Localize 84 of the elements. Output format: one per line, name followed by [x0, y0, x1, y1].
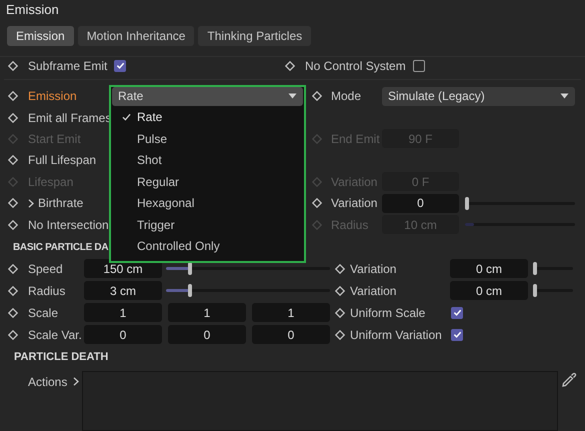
number-field[interactable]: 0 — [252, 325, 330, 344]
parameter-label: Lifespan — [28, 174, 74, 191]
menu-item[interactable]: Regular — [111, 171, 304, 193]
number-field[interactable]: 0 — [168, 325, 246, 344]
parameter-label: Uniform Variation — [350, 326, 443, 344]
parameter-label: Variation — [350, 260, 398, 278]
section-heading: PARTICLE DEATH — [14, 350, 108, 366]
parameter-label: Mode — [331, 88, 362, 106]
keyframe-diamond-icon[interactable] — [8, 60, 18, 70]
keyframe-diamond-icon[interactable] — [8, 264, 18, 274]
keyframe-diamond-icon[interactable] — [8, 155, 18, 166]
slider-track[interactable] — [465, 196, 575, 210]
parameter-label: Uniform Scale — [350, 304, 426, 322]
slider-track[interactable] — [166, 262, 330, 276]
keyframe-diamond-icon[interactable] — [285, 60, 295, 70]
slider-track[interactable] — [533, 284, 573, 298]
slider-track[interactable] — [166, 284, 330, 298]
number-field[interactable]: 1 — [252, 303, 330, 322]
number-field[interactable]: 1 — [84, 303, 162, 322]
parameter-label: Variation — [331, 174, 378, 191]
menu-item[interactable]: Rate — [111, 106, 304, 128]
checkbox[interactable] — [451, 328, 463, 341]
menu-item[interactable]: Trigger — [111, 214, 304, 236]
tab[interactable]: Thinking Particles — [198, 26, 312, 46]
keyframe-diamond-icon[interactable] — [335, 330, 345, 340]
keyframe-diamond-icon[interactable] — [8, 308, 18, 318]
keyframe-diamond-icon[interactable] — [335, 286, 345, 296]
menu-item[interactable]: Controlled Only — [111, 236, 304, 258]
number-field[interactable]: 0 cm — [450, 259, 528, 278]
keyframe-diamond-icon[interactable] — [8, 330, 18, 340]
slider-track[interactable] — [533, 262, 573, 276]
check-icon — [122, 113, 130, 122]
parameter-label: Actions — [28, 374, 68, 391]
keyframe-diamond-icon[interactable] — [8, 286, 18, 296]
keyframe-diamond-icon[interactable] — [312, 91, 322, 102]
number-field[interactable]: 0 — [84, 325, 162, 344]
parameter-label: No Control System — [305, 58, 406, 74]
caret-icon — [560, 93, 569, 100]
number-field[interactable]: 3 cm — [84, 281, 162, 300]
keyframe-diamond-icon[interactable] — [312, 198, 322, 208]
chevron-icon[interactable] — [28, 198, 34, 208]
mode-select[interactable]: Simulate (Legacy) — [382, 86, 575, 106]
menu-item[interactable]: Hexagonal — [111, 192, 304, 214]
checkbox[interactable] — [412, 60, 425, 72]
parameter-label: Subframe Emit — [28, 58, 108, 74]
menu-item[interactable]: Pulse — [111, 128, 304, 150]
keyframe-diamond-icon[interactable] — [8, 220, 18, 230]
keyframe-diamond-icon[interactable] — [8, 91, 18, 102]
eyedropper-icon[interactable] — [561, 372, 577, 388]
parameter-label: Full Lifespan — [28, 152, 96, 170]
keyframe-diamond-icon[interactable] — [8, 198, 18, 208]
tab[interactable]: Emission — [7, 26, 74, 46]
number-field[interactable]: 0 cm — [450, 281, 528, 300]
parameter-label: Variation — [331, 195, 378, 212]
checkbox[interactable] — [114, 60, 126, 72]
emission-select[interactable]: Rate — [112, 86, 303, 106]
keyframe-diamond-icon[interactable] — [335, 308, 345, 318]
caret-icon — [288, 93, 297, 100]
parameter-label: Variation — [350, 282, 398, 300]
parameter-label: Emission — [28, 88, 77, 106]
slider-thumb[interactable] — [188, 262, 192, 276]
slider-thumb[interactable] — [465, 196, 469, 210]
chevron-icon[interactable] — [73, 377, 80, 386]
panel-title: Emission — [6, 1, 59, 19]
parameter-label: No Intersection — [28, 216, 109, 234]
parameter-label: Scale — [28, 304, 60, 322]
tab[interactable]: Motion Inheritance — [78, 26, 194, 46]
parameter-label: Speed — [28, 260, 64, 278]
slider-thumb[interactable] — [188, 284, 192, 298]
slider-thumb[interactable] — [533, 284, 537, 298]
parameter-label: Scale Var. — [28, 326, 83, 344]
number-field[interactable]: 0 — [382, 194, 459, 213]
parameter-label: Radius — [331, 216, 368, 234]
menu-item[interactable]: Shot — [111, 150, 304, 172]
parameter-label: Start Emit — [28, 130, 81, 148]
number-field[interactable]: 1 — [168, 303, 246, 322]
parameter-label: End Emit — [331, 130, 380, 148]
checkbox[interactable] — [451, 306, 463, 319]
parameter-label: Birthrate — [38, 195, 84, 212]
parameter-label: Radius — [28, 282, 66, 300]
slider-thumb[interactable] — [533, 262, 537, 276]
section-heading: BASIC PARTICLE DA — [13, 240, 108, 255]
keyframe-diamond-icon[interactable] — [8, 112, 18, 123]
keyframe-diamond-icon[interactable] — [335, 264, 345, 274]
